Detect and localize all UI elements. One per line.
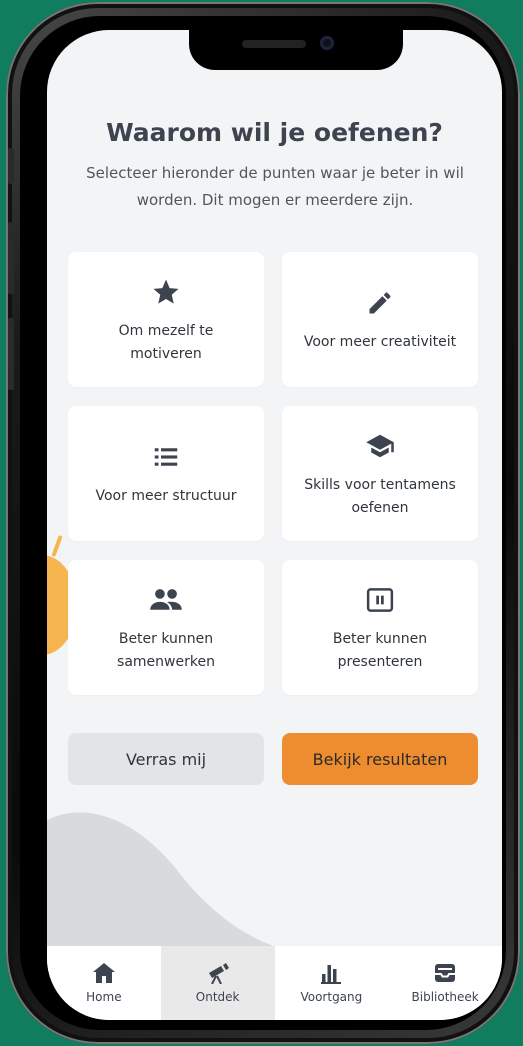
option-label: Voor meer creativiteit <box>303 334 457 350</box>
view-results-button[interactable]: Bekijk resultaten <box>282 733 478 785</box>
speaker <box>242 40 306 48</box>
home-icon <box>92 963 115 983</box>
tab-label: Bibliotheek <box>411 990 479 1004</box>
option-card-creativity[interactable]: Voor meer creativiteit <box>282 252 478 387</box>
star-icon <box>148 274 184 310</box>
bar-chart-icon <box>321 965 342 984</box>
presentation-icon <box>362 582 398 618</box>
option-label: Skills voor tentamens oefenen <box>304 476 456 516</box>
option-label: Beter kunnen presenteren <box>332 630 428 670</box>
tab-voortgang[interactable]: Voortgang <box>275 946 389 1020</box>
option-label: Beter kunnen samenwerken <box>117 630 215 670</box>
option-label: Om mezelf te motiveren <box>118 322 214 362</box>
page-subtitle: Selecteer hieronder de punten waar je be… <box>86 164 464 209</box>
list-icon <box>148 439 184 475</box>
tab-ontdek[interactable]: Ontdek <box>160 946 275 1020</box>
tab-label: Ontdek <box>195 990 240 1004</box>
page-title: Waarom wil je oefenen? <box>106 118 443 147</box>
graduation-cap-icon <box>362 428 398 464</box>
bottom-tab-bar: Home Ontdek Voortgang Bibliotheek <box>47 946 502 1020</box>
decorative-line <box>51 534 63 558</box>
side-button <box>8 148 14 184</box>
telescope-icon <box>208 963 229 984</box>
app-screen: Waarom wil je oefenen? Selecteer hierond… <box>47 30 502 1020</box>
volume-up-button <box>8 222 14 294</box>
option-card-presenting[interactable]: Beter kunnen presenteren <box>282 560 478 695</box>
tab-label: Voortgang <box>300 990 363 1004</box>
front-camera <box>320 36 334 50</box>
option-card-motivate[interactable]: Om mezelf te motiveren <box>68 252 264 387</box>
option-card-exams[interactable]: Skills voor tentamens oefenen <box>282 406 478 541</box>
notch <box>189 30 403 70</box>
surprise-me-button[interactable]: Verras mij <box>68 733 264 785</box>
option-label: Voor meer structuur <box>95 488 237 504</box>
volume-down-button <box>8 318 14 390</box>
people-icon <box>148 582 184 618</box>
tab-home[interactable]: Home <box>47 946 161 1020</box>
inbox-icon <box>435 964 456 982</box>
tab-bibliotheek[interactable]: Bibliotheek <box>388 946 502 1020</box>
tab-label: Home <box>86 990 122 1004</box>
option-card-teamwork[interactable]: Beter kunnen samenwerken <box>68 560 264 695</box>
pencil-icon <box>362 285 398 321</box>
option-card-structure[interactable]: Voor meer structuur <box>68 406 264 541</box>
